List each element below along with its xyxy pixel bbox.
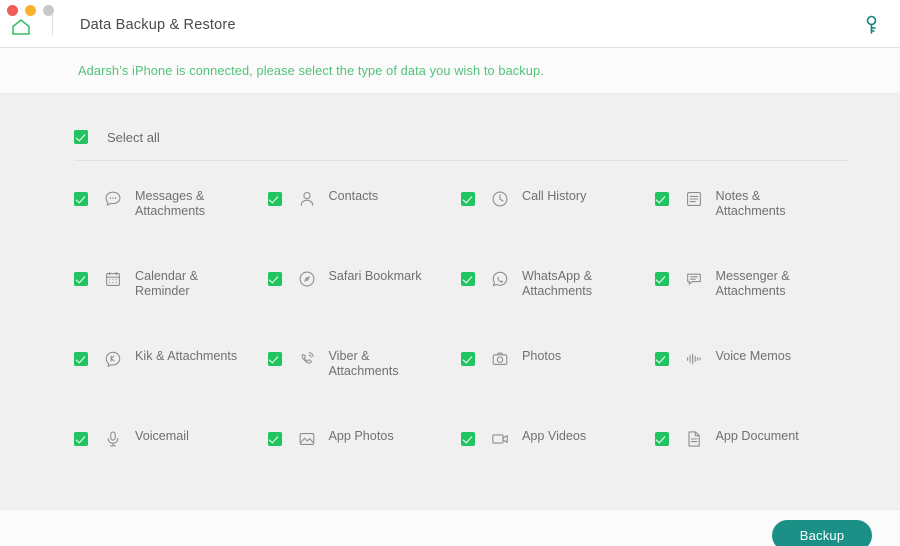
connection-status-message: Adarsh’s iPhone is connected, please sel… [78, 63, 544, 78]
data-type-item-whatsapp[interactable]: WhatsApp & Attachments [461, 269, 655, 349]
content-area: Select all Messages & Attachments Contac… [0, 94, 900, 509]
footer-bar: Backup [0, 509, 900, 546]
backup-button[interactable]: Backup [772, 520, 872, 546]
camera-icon [491, 350, 509, 368]
checkbox-messages[interactable] [74, 192, 88, 206]
status-bar: Adarsh’s iPhone is connected, please sel… [0, 48, 900, 94]
checkbox-app-document[interactable] [654, 432, 669, 446]
checkbox-messenger[interactable] [654, 272, 669, 286]
select-all-label: Select all [107, 129, 160, 145]
data-type-item-messages[interactable]: Messages & Attachments [74, 189, 268, 269]
document-icon [685, 430, 703, 448]
close-button[interactable] [7, 5, 18, 16]
data-type-label: Contacts [328, 189, 379, 203]
calendar-icon [104, 270, 122, 288]
data-type-item-app-photos[interactable]: App Photos [267, 429, 462, 509]
data-type-label: Kik & Attachments [135, 349, 238, 363]
home-icon[interactable] [10, 16, 32, 38]
data-type-item-app-document[interactable]: App Document [654, 429, 849, 509]
checkbox-notes[interactable] [654, 192, 669, 206]
microphone-icon [104, 430, 122, 448]
minimize-button[interactable] [25, 5, 36, 16]
person-icon [298, 190, 316, 208]
data-type-label: Voicemail [135, 429, 189, 443]
window-controls [7, 5, 54, 16]
titlebar: Data Backup & Restore [0, 0, 900, 48]
image-icon [298, 430, 316, 448]
data-type-label: Messenger & Attachments [715, 269, 790, 298]
checkbox-viber[interactable] [267, 352, 282, 366]
data-type-label: Call History [522, 189, 587, 203]
data-type-label: Messages & Attachments [135, 189, 205, 218]
data-type-item-photos[interactable]: Photos [461, 349, 655, 429]
video-camera-icon [491, 430, 509, 448]
data-type-item-notes[interactable]: Notes & Attachments [654, 189, 849, 269]
data-type-item-app-videos[interactable]: App Videos [461, 429, 655, 509]
data-type-item-kik[interactable]: Kik & Attachments [74, 349, 268, 429]
data-type-grid: Messages & Attachments Contacts Call His… [52, 189, 848, 509]
kik-icon [104, 350, 122, 368]
data-type-item-messenger[interactable]: Messenger & Attachments [654, 269, 849, 349]
checkbox-call-history[interactable] [461, 192, 475, 206]
checkbox-app-photos[interactable] [267, 432, 282, 446]
page-title: Data Backup & Restore [80, 17, 236, 33]
messenger-icon [685, 270, 703, 288]
checkbox-voice-memos[interactable] [654, 352, 669, 366]
checkbox-voicemail[interactable] [74, 432, 88, 446]
data-type-item-viber[interactable]: Viber & Attachments [267, 349, 462, 429]
checkbox-contacts[interactable] [267, 192, 282, 206]
checkbox-kik[interactable] [74, 352, 88, 366]
data-type-label: WhatsApp & Attachments [522, 269, 592, 298]
section-divider [74, 160, 848, 161]
select-all-row[interactable]: Select all [52, 114, 848, 160]
data-type-item-calendar[interactable]: Calendar & Reminder [74, 269, 268, 349]
message-bubble-icon [104, 190, 122, 208]
waveform-icon [685, 350, 703, 368]
compass-icon [298, 270, 316, 288]
data-type-label: App Photos [328, 429, 394, 443]
key-icon[interactable] [862, 14, 882, 36]
data-type-label: Calendar & Reminder [135, 269, 199, 298]
app-window: Data Backup & Restore Adarsh’s iPhone is… [0, 0, 900, 546]
data-type-item-call-history[interactable]: Call History [461, 189, 655, 269]
checkbox-safari-bookmark[interactable] [267, 272, 282, 286]
data-type-label: Safari Bookmark [328, 269, 422, 283]
data-type-item-voice-memos[interactable]: Voice Memos [654, 349, 849, 429]
data-type-label: App Videos [522, 429, 587, 443]
data-type-item-safari-bookmark[interactable]: Safari Bookmark [267, 269, 462, 349]
checkbox-photos[interactable] [461, 352, 475, 366]
notes-icon [685, 190, 703, 208]
viber-icon [298, 350, 316, 368]
data-type-label: App Document [715, 429, 799, 443]
titlebar-divider [52, 14, 53, 36]
checkbox-calendar[interactable] [74, 272, 88, 286]
clock-icon [491, 190, 509, 208]
data-type-label: Viber & Attachments [328, 349, 399, 378]
select-all-checkbox[interactable] [74, 130, 88, 144]
checkbox-app-videos[interactable] [461, 432, 475, 446]
checkbox-whatsapp[interactable] [461, 272, 475, 286]
data-type-item-contacts[interactable]: Contacts [267, 189, 462, 269]
data-type-label: Photos [522, 349, 562, 363]
data-type-item-voicemail[interactable]: Voicemail [74, 429, 268, 509]
data-type-label: Voice Memos [715, 349, 792, 363]
data-type-label: Notes & Attachments [715, 189, 786, 218]
whatsapp-icon [491, 270, 509, 288]
